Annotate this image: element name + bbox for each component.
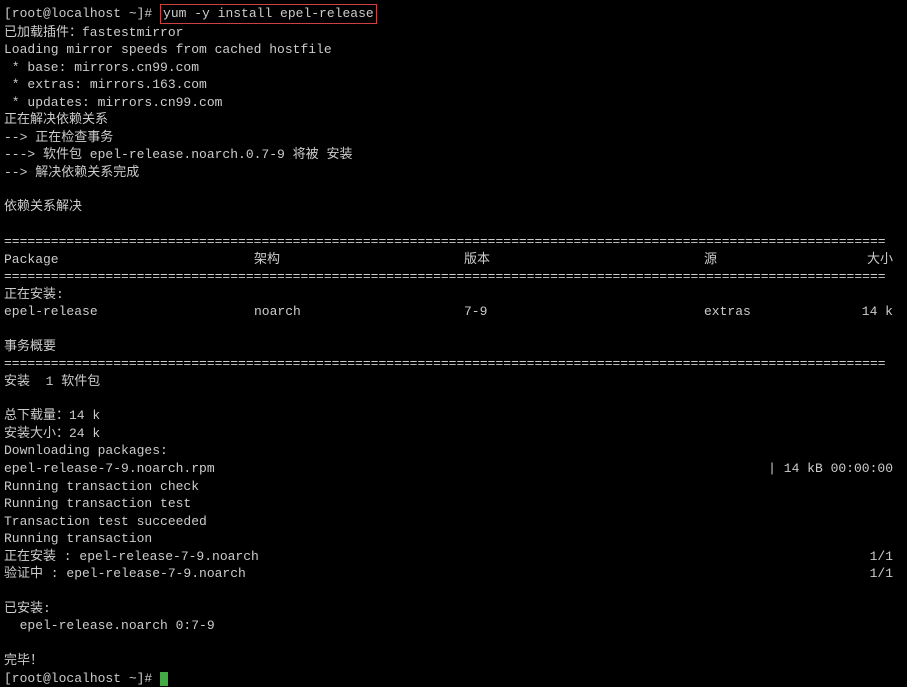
output-line: 已加载插件：fastestmirror: [4, 24, 903, 42]
trans-right: 1/1: [870, 548, 903, 566]
output-line: * base: mirrors.cn99.com: [4, 59, 903, 77]
download-name: epel-release-7-9.noarch.rpm: [4, 460, 768, 478]
summary-label: 事务概要: [4, 338, 903, 356]
highlighted-command: yum -y install epel-release: [160, 4, 377, 24]
output-line: Running transaction check: [4, 478, 903, 496]
output-line: Running transaction test: [4, 495, 903, 513]
blank-line: [4, 321, 903, 338]
transaction-row: 正在安装 : epel-release-7-9.noarch 1/1: [4, 548, 903, 566]
output-line: 安装大小：24 k: [4, 425, 903, 443]
blank-line: [4, 635, 903, 652]
done-label: 完毕！: [4, 652, 903, 670]
table-row: epel-release noarch 7-9 extras 14 k: [4, 303, 903, 321]
output-line: 总下载量：14 k: [4, 407, 903, 425]
output-line: --> 正在检查事务: [4, 129, 903, 147]
output-line: 正在解决依赖关系: [4, 111, 903, 129]
terminal-output: [root@localhost ~]# yum -y install epel-…: [4, 4, 903, 687]
deps-resolved: 依赖关系解决: [4, 198, 903, 216]
pkg-repo: extras: [704, 303, 844, 321]
pkg-name: epel-release: [4, 303, 254, 321]
prompt: [root@localhost ~]#: [4, 6, 160, 21]
output-line: ---> 软件包 epel-release.noarch.0.7-9 将被 安装: [4, 146, 903, 164]
installed-label: 已安装:: [4, 600, 903, 618]
output-line: Running transaction: [4, 530, 903, 548]
output-line: Loading mirror speeds from cached hostfi…: [4, 41, 903, 59]
blank-line: [4, 390, 903, 407]
header-arch: 架构: [254, 251, 464, 269]
separator-double: ========================================…: [4, 233, 903, 251]
blank-line: [4, 216, 903, 233]
pkg-arch: noarch: [254, 303, 464, 321]
pkg-version: 7-9: [464, 303, 704, 321]
output-line: Downloading packages:: [4, 442, 903, 460]
installing-label: 正在安装:: [4, 286, 903, 304]
header-version: 版本: [464, 251, 704, 269]
download-row: epel-release-7-9.noarch.rpm | 14 kB 00:0…: [4, 460, 903, 478]
command-line: [root@localhost ~]# yum -y install epel-…: [4, 4, 903, 24]
transaction-row: 验证中 : epel-release-7-9.noarch 1/1: [4, 565, 903, 583]
output-line: Transaction test succeeded: [4, 513, 903, 531]
cursor-icon: [160, 672, 168, 686]
trans-left: 验证中 : epel-release-7-9.noarch: [4, 565, 870, 583]
trans-left: 正在安装 : epel-release-7-9.noarch: [4, 548, 870, 566]
blank-line: [4, 583, 903, 600]
separator-double: ========================================…: [4, 268, 903, 286]
header-size: 大小: [844, 251, 903, 269]
download-progress: | 14 kB 00:00:00: [768, 460, 903, 478]
table-header: Package 架构 版本 源 大小: [4, 251, 903, 269]
output-line: * extras: mirrors.163.com: [4, 76, 903, 94]
separator-double: ========================================…: [4, 355, 903, 373]
trans-right: 1/1: [870, 565, 903, 583]
header-package: Package: [4, 251, 254, 269]
installed-pkg: epel-release.noarch 0:7-9: [4, 617, 903, 635]
blank-line: [4, 181, 903, 198]
output-line: * updates: mirrors.cn99.com: [4, 94, 903, 112]
prompt: [root@localhost ~]#: [4, 671, 160, 686]
final-prompt-line[interactable]: [root@localhost ~]#: [4, 670, 903, 687]
header-repo: 源: [704, 251, 844, 269]
pkg-size: 14 k: [844, 303, 903, 321]
output-line: --> 解决依赖关系完成: [4, 164, 903, 182]
install-count: 安装 1 软件包: [4, 373, 903, 391]
